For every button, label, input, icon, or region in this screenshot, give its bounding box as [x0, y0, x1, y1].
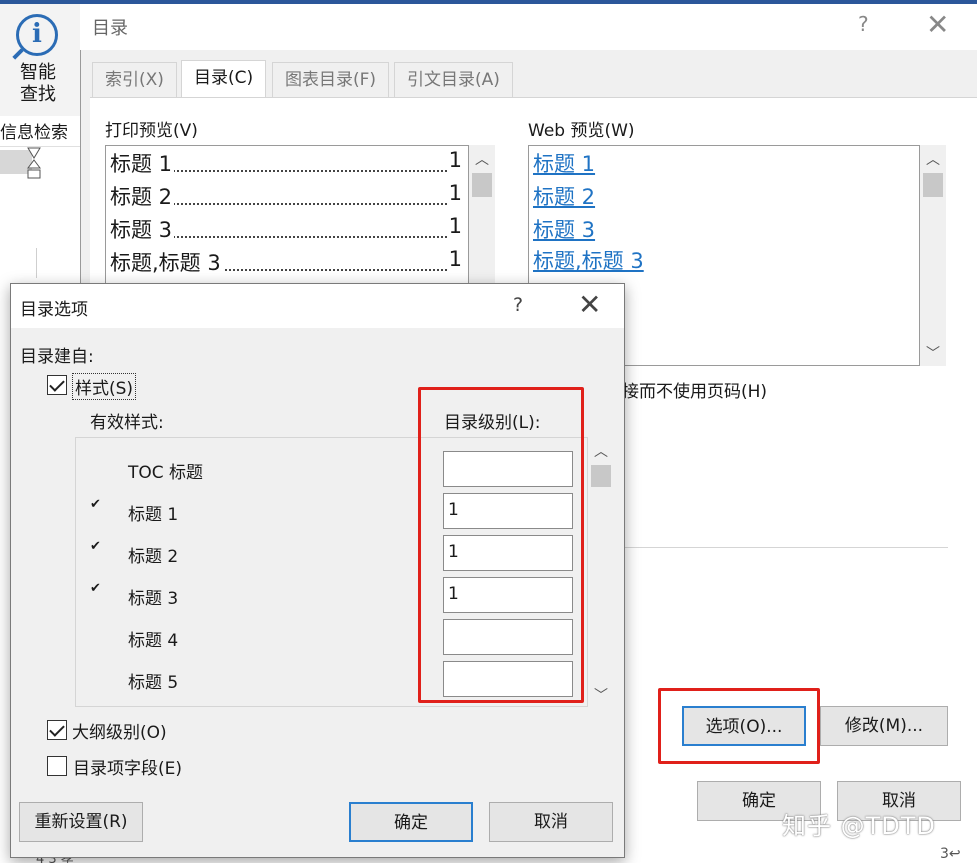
- styles-scrollbar[interactable]: ︿ ﹀: [588, 437, 614, 707]
- toc-dialog-title: 目录: [92, 18, 128, 39]
- style-name: 标题 1: [128, 505, 179, 525]
- indent-marker-icon[interactable]: [26, 146, 42, 180]
- outline-level-checkbox[interactable]: [47, 720, 67, 740]
- scroll-thumb: [472, 173, 492, 197]
- print-preview-scrollbar[interactable]: ︿: [469, 145, 495, 285]
- checkmark-icon: ✔: [90, 539, 101, 554]
- available-styles-header: 有效样式:: [90, 413, 164, 433]
- scroll-thumb: [591, 465, 611, 487]
- close-icon[interactable]: ✕: [578, 288, 601, 321]
- info-search-label: 信息检索: [0, 123, 68, 143]
- print-preview-line: 标题 21: [110, 181, 462, 209]
- scroll-up-icon: ︿: [475, 152, 489, 168]
- reset-button[interactable]: 重新设置(R): [19, 802, 143, 842]
- watermark: 知乎 @TDTD: [782, 812, 936, 840]
- smart-lookup-label: 智能 查找: [20, 62, 56, 105]
- options-cancel-button[interactable]: 取消: [489, 802, 613, 842]
- print-preview-box: 标题 11 标题 21 标题 31 标题,标题 31: [105, 145, 469, 285]
- document-text: 3↩: [940, 846, 961, 862]
- tab-index[interactable]: 索引(X): [92, 62, 177, 98]
- close-icon[interactable]: ✕: [926, 8, 949, 41]
- entry-fields-label[interactable]: 目录项字段(E): [73, 754, 182, 779]
- web-preview-scrollbar[interactable]: ︿ ﹀: [920, 145, 946, 366]
- styles-checkbox[interactable]: [47, 375, 67, 395]
- separator: [620, 547, 948, 548]
- options-titlebar: [11, 284, 624, 328]
- style-name: 标题 2: [128, 547, 179, 567]
- modify-button[interactable]: 修改(M)...: [820, 706, 948, 746]
- build-from-label: 目录建自:: [20, 347, 94, 367]
- tab-toc[interactable]: 目录(C): [181, 60, 267, 98]
- style-name: 标题 3: [128, 589, 179, 609]
- help-icon[interactable]: ?: [513, 294, 523, 316]
- help-icon[interactable]: ?: [858, 12, 869, 36]
- scroll-down-icon: ﹀: [594, 688, 608, 704]
- style-name: TOC 标题: [128, 463, 204, 483]
- scroll-down-icon: ﹀: [926, 346, 940, 362]
- tab-citations[interactable]: 引文目录(A): [394, 62, 513, 98]
- print-preview-label: 打印预览(V): [105, 121, 198, 141]
- checkmark-icon: ✔: [90, 581, 101, 596]
- style-name: 标题 5: [128, 673, 179, 693]
- styles-label[interactable]: 样式(S): [72, 373, 137, 400]
- scroll-up-icon: ︿: [926, 152, 940, 168]
- entry-fields-checkbox[interactable]: [47, 756, 67, 776]
- print-preview-line: 标题 31: [110, 214, 462, 242]
- page-margin-line: [36, 248, 37, 278]
- outline-level-label[interactable]: 大纲级别(O): [72, 718, 167, 743]
- options-ok-button[interactable]: 确定: [349, 802, 473, 842]
- tab-figures[interactable]: 图表目录(F): [272, 62, 390, 98]
- toc-titlebar: [80, 4, 977, 50]
- web-preview-label: Web 预览(W): [528, 121, 635, 141]
- scroll-up-icon: ︿: [594, 444, 608, 460]
- highlight-box-options: [658, 688, 820, 764]
- web-preview-link[interactable]: 标题 1: [533, 148, 595, 178]
- use-hyperlinks-label[interactable]: 接而不使用页码(H): [622, 377, 767, 402]
- print-preview-line: 标题,标题 31: [110, 247, 462, 275]
- style-name: 标题 4: [128, 631, 179, 651]
- highlight-box-levels: [418, 387, 584, 703]
- web-preview-link[interactable]: 标题,标题 3: [533, 245, 644, 275]
- web-preview-link[interactable]: 标题 3: [533, 214, 595, 244]
- print-preview-line: 标题 11: [110, 148, 462, 176]
- options-dialog-title: 目录选项: [20, 300, 88, 320]
- checkmark-icon: ✔: [90, 497, 101, 512]
- web-preview-link[interactable]: 标题 2: [533, 181, 595, 211]
- scroll-thumb: [923, 173, 943, 197]
